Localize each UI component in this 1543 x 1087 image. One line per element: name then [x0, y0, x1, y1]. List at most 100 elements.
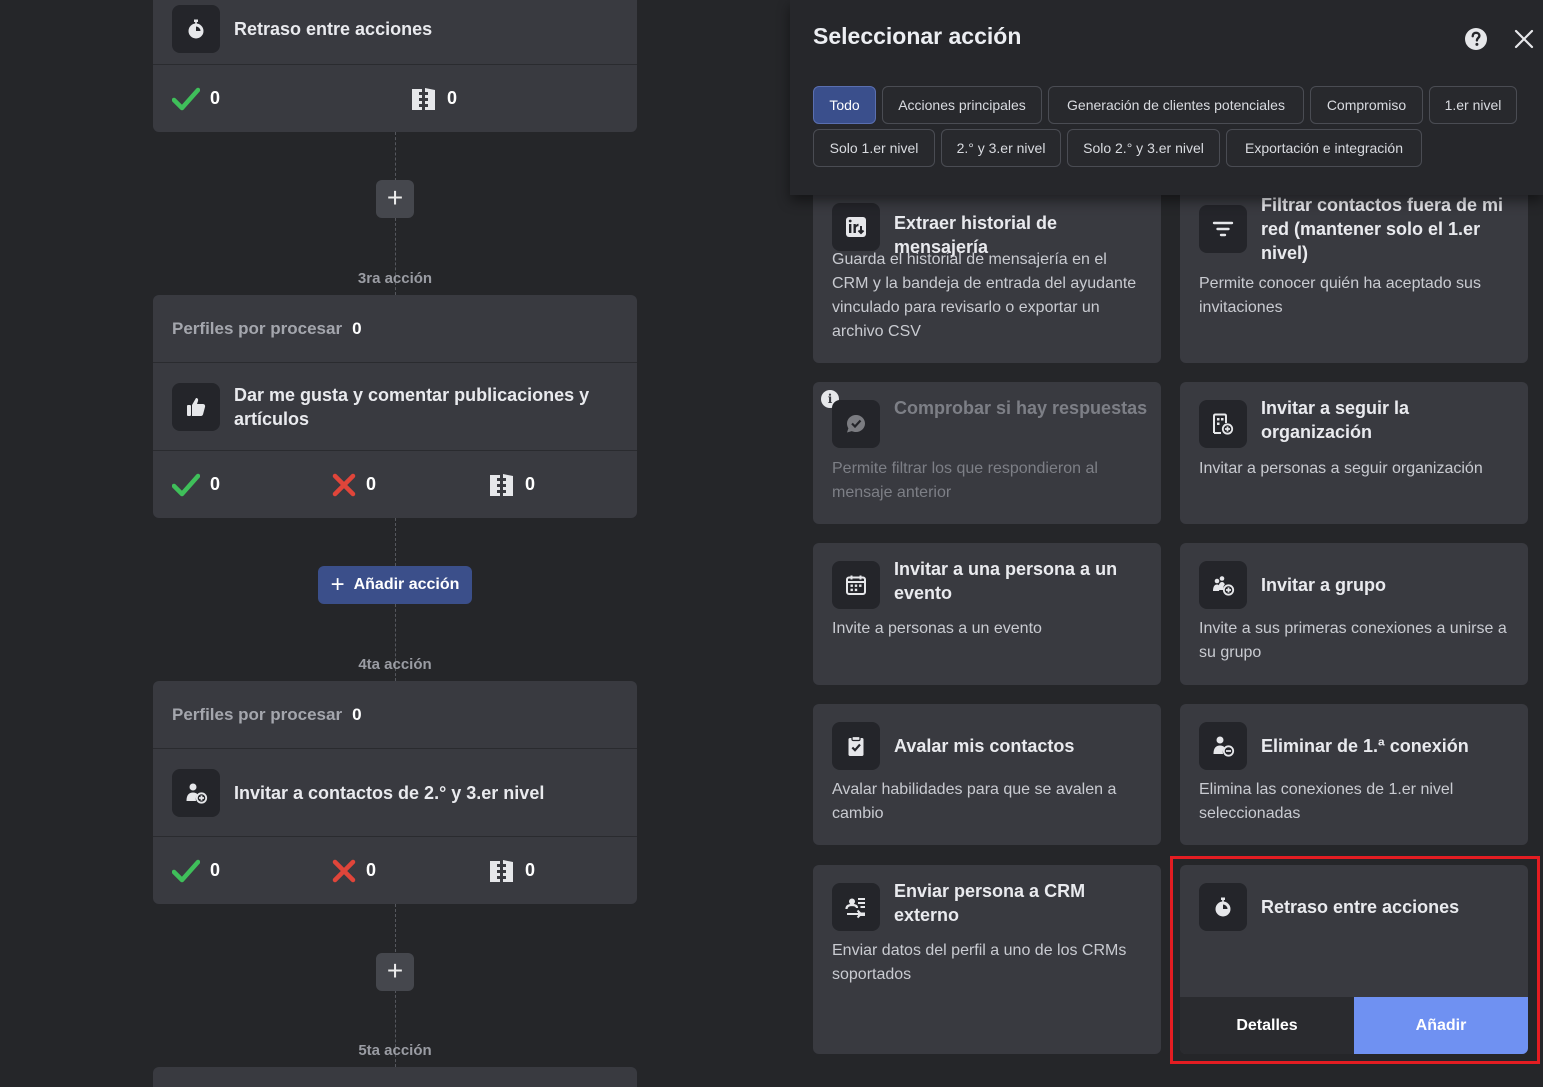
- flow-connector: [395, 132, 396, 181]
- calendar-icon: [832, 561, 880, 609]
- filter-chip-main-actions[interactable]: Acciones principales: [882, 86, 1042, 124]
- cross-icon: [332, 859, 356, 882]
- filter-chip-engagement[interactable]: Compromiso: [1310, 86, 1423, 124]
- action-stats: 0 0 0: [153, 836, 637, 903]
- action-option-filter-1st[interactable]: Filtrar contactos fuera de mi red (mante…: [1180, 173, 1528, 363]
- action-card-invite-2nd-3rd[interactable]: Perfiles por procesar 0 Invitar a contac…: [153, 681, 637, 904]
- filter-chip-lead-generation[interactable]: Generación de clientes potenciales: [1048, 86, 1304, 124]
- action-option-follow-org[interactable]: Invitar a seguir la organización Invitar…: [1180, 382, 1528, 524]
- failed-count: 0: [366, 474, 377, 494]
- action-card-delay[interactable]: Retraso entre acciones 0 0: [153, 0, 637, 132]
- panel-title: Seleccionar acción: [813, 23, 1022, 49]
- action-option-endorse[interactable]: Avalar mis contactos Avalar habilidades …: [813, 704, 1161, 845]
- action-option-title: Invitar a grupo: [1261, 575, 1387, 595]
- failed-stat: 0: [332, 837, 376, 904]
- action-stats: 0 0: [153, 64, 637, 131]
- add-action-button[interactable]: + Añadir acción: [318, 566, 472, 604]
- action-option-desc: Elimina las conexiones de 1.er nivel sel…: [1199, 781, 1454, 822]
- success-count: 0: [210, 88, 221, 108]
- skip-profiles-icon: [412, 87, 435, 110]
- action-option-title: Avalar mis contactos: [894, 736, 1075, 756]
- group-plus-icon: [1199, 561, 1247, 609]
- action-option-title: Invitar a seguir la organización: [1261, 398, 1410, 442]
- success-stat: 0: [172, 837, 220, 904]
- thumbs-up-icon: [172, 382, 220, 431]
- user-minus-icon: [1199, 722, 1247, 770]
- check-icon: [172, 87, 200, 110]
- flow-connector: [395, 904, 396, 952]
- help-icon[interactable]: [1464, 27, 1488, 51]
- success-count: 0: [210, 474, 221, 494]
- chat-check-icon: [832, 400, 880, 448]
- filter-chip-2nd-3rd[interactable]: 2.° y 3.er nivel: [941, 129, 1061, 167]
- skipped-stat: 0: [410, 65, 457, 132]
- select-action-panel: Seleccionar acción Todo Acciones princip…: [790, 0, 1543, 1087]
- failed-count: 0: [366, 860, 377, 880]
- action-option-invite-group[interactable]: Invitar a grupo Invite a sus primeras co…: [1180, 543, 1528, 685]
- close-icon[interactable]: [1512, 27, 1536, 51]
- action-option-desc: Invitar a personas a seguir organización: [1199, 460, 1483, 477]
- flow-connector: [395, 518, 396, 566]
- success-count: 0: [210, 860, 221, 880]
- linkedin-export-icon: [832, 203, 880, 251]
- contact-send-icon: [832, 883, 880, 931]
- action-option-desc: Permite filtrar los que respondieron al …: [832, 460, 1098, 501]
- action-title: Invitar a contactos de 2.° y 3.er nivel: [234, 782, 545, 803]
- pending-count: 0: [352, 704, 362, 724]
- action-option-desc: Avalar habilidades para que se avalen a …: [832, 781, 1117, 822]
- action-option-remove-connection[interactable]: Eliminar de 1.ª conexión Elimina las con…: [1180, 704, 1528, 845]
- action-option-check-replies[interactable]: i Comprobar si hay respuestas Permite fi…: [813, 382, 1161, 524]
- stopwatch-icon: [1199, 883, 1247, 931]
- step-label: 5ta acción: [358, 1042, 432, 1059]
- pending-profiles: Perfiles por procesar 0: [153, 295, 637, 362]
- pending-profiles: Perfiles por procesar 0: [153, 681, 637, 748]
- action-option-extract-messages[interactable]: Extraer historial de mensajería Guarda e…: [813, 173, 1161, 363]
- pending-label: Perfiles por procesar: [172, 318, 343, 338]
- plus-icon: +: [330, 571, 345, 598]
- filter-chip-only-2nd-3rd[interactable]: Solo 2.° y 3.er nivel: [1067, 129, 1220, 167]
- success-stat: 0: [172, 65, 220, 132]
- pending-label: Perfiles por procesar: [172, 704, 343, 724]
- skipped-stat: 0: [488, 837, 535, 904]
- add-button[interactable]: Añadir: [1354, 997, 1528, 1054]
- success-stat: 0: [172, 451, 220, 518]
- action-card-like-comment[interactable]: Perfiles por procesar 0 Dar me gusta y c…: [153, 295, 637, 518]
- action-option-title: Enviar persona a CRM externo: [894, 881, 1086, 925]
- check-icon: [172, 473, 200, 496]
- step-label: 3ra acción: [357, 270, 433, 287]
- action-stats: 0 0 0: [153, 450, 637, 517]
- action-title: Retraso entre acciones: [234, 18, 433, 39]
- check-icon: [172, 859, 200, 882]
- skip-profiles-icon: [490, 473, 513, 496]
- action-option-desc: Guarda el historial de mensajería en el …: [832, 251, 1137, 340]
- action-option-title: Filtrar contactos fuera de mi red (mante…: [1261, 195, 1504, 263]
- step-label: 4ta acción: [358, 656, 432, 673]
- filter-chip-only-1st[interactable]: Solo 1.er nivel: [813, 129, 935, 167]
- user-plus-icon: [172, 768, 220, 817]
- skipped-count: 0: [447, 88, 458, 108]
- action-option-send-crm[interactable]: Enviar persona a CRM externo Enviar dato…: [813, 865, 1161, 1054]
- filter-chip-1st-level[interactable]: 1.er nivel: [1429, 86, 1517, 124]
- filter-chip-todo[interactable]: Todo: [813, 86, 876, 124]
- skipped-count: 0: [525, 860, 536, 880]
- filter-icon: [1199, 205, 1247, 253]
- action-option-desc: Invite a personas a un evento: [832, 620, 1042, 637]
- pending-count: 0: [352, 318, 362, 338]
- panel-header: Seleccionar acción Todo Acciones princip…: [790, 0, 1543, 195]
- insert-action-button[interactable]: +: [376, 180, 414, 218]
- add-action-label: Añadir acción: [353, 576, 460, 593]
- action-option-title: Invitar a una persona a un evento: [894, 559, 1118, 603]
- clipboard-check-icon: [832, 722, 880, 770]
- insert-action-button[interactable]: +: [376, 953, 414, 991]
- filter-chip-export-integration[interactable]: Exportación e integración: [1226, 129, 1422, 167]
- automation-flow: Retraso entre acciones 0 0 + 3ra acción …: [0, 0, 790, 1087]
- skipped-count: 0: [525, 474, 536, 494]
- action-option-title: Comprobar si hay respuestas: [894, 398, 1148, 418]
- action-card-next[interactable]: [153, 1067, 637, 1087]
- action-option-invite-event[interactable]: Invitar a una persona a un evento Invite…: [813, 543, 1161, 685]
- details-button[interactable]: Detalles: [1180, 997, 1354, 1054]
- failed-stat: 0: [332, 451, 376, 518]
- action-option-delay[interactable]: Retraso entre acciones Detalles Añadir: [1180, 865, 1528, 1054]
- action-option-title: Retraso entre acciones: [1261, 897, 1460, 917]
- action-option-desc: Permite conocer quién ha aceptado sus in…: [1199, 275, 1481, 316]
